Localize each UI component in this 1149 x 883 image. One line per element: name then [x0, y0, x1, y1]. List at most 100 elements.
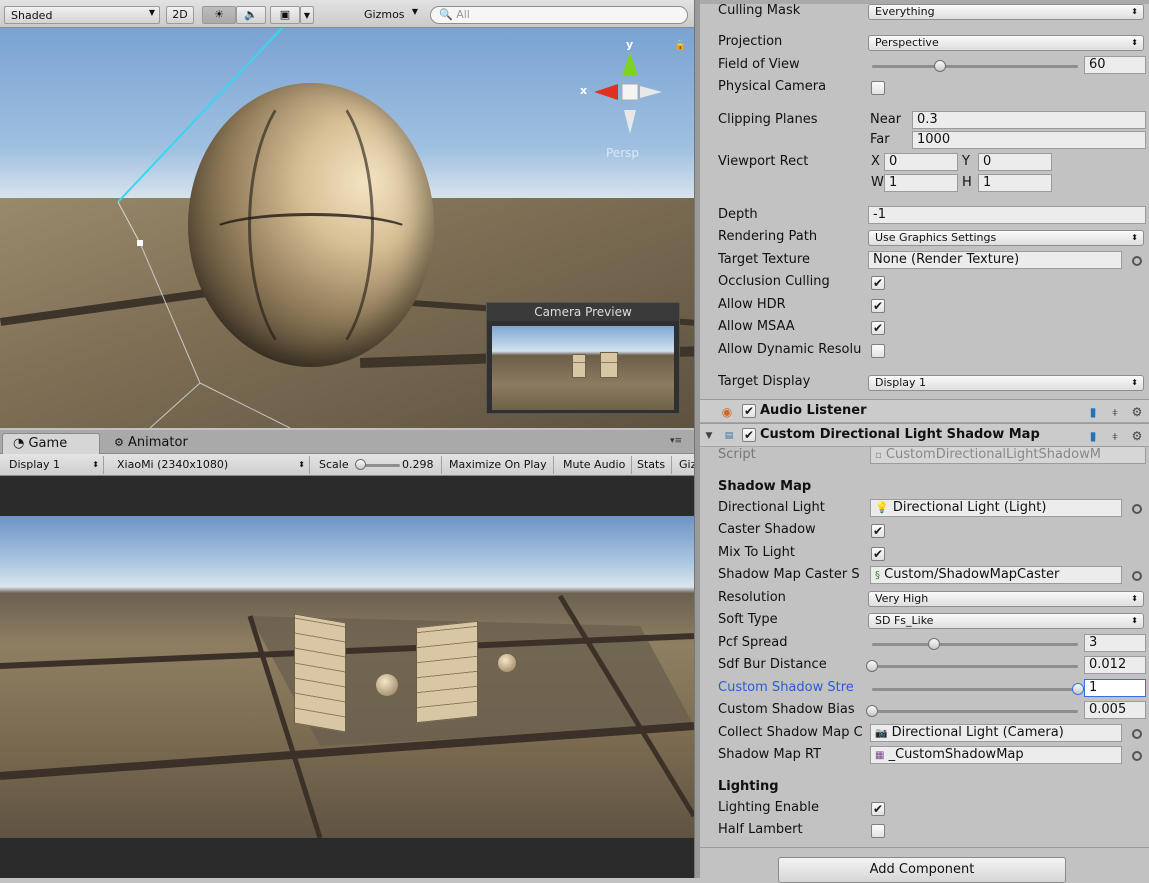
display-dropdown[interactable]: Display 1 ⬍ — [4, 456, 104, 474]
depth-field[interactable]: -1 — [868, 206, 1146, 224]
lighting-enable-label: Lighting Enable — [718, 800, 819, 815]
maximize-on-play-toggle[interactable]: Maximize On Play — [444, 456, 554, 474]
rendering-path-dropdown[interactable]: Use Graphics Settings ⬍ — [868, 230, 1144, 246]
preset-sliders-icon[interactable]: ⧧ — [1108, 405, 1122, 419]
fov-slider-track[interactable] — [872, 65, 1078, 68]
gizmos-dropdown[interactable]: Gizmos ▼ — [358, 6, 422, 24]
pcf-slider-thumb[interactable] — [927, 638, 940, 650]
effects-dropdown-button[interactable]: ▼ — [300, 6, 314, 24]
audio-listener-header[interactable]: ◉ ✔ Audio Listener ▮ ⧧ ⚙ — [700, 399, 1149, 423]
culling-mask-dropdown[interactable]: Everything ⬍ — [868, 4, 1144, 20]
caster-shader-field[interactable]: § Custom/ShadowMapCaster — [870, 566, 1122, 584]
target-display-dropdown[interactable]: Display 1 ⬍ — [868, 375, 1144, 391]
bias-slider-thumb[interactable] — [866, 705, 878, 717]
near-field[interactable]: 0.3 — [912, 111, 1146, 129]
mix-to-light-checkbox[interactable]: ✔ — [871, 547, 885, 561]
audio-listener-enabled-checkbox[interactable]: ✔ — [742, 404, 756, 418]
fov-slider-thumb[interactable] — [933, 60, 946, 72]
sdf-slider-track[interactable] — [872, 665, 1078, 668]
stats-toggle[interactable]: Stats — [632, 456, 672, 474]
soft-type-value: SD Fs_Like — [875, 614, 934, 627]
persp-label[interactable]: Persp — [606, 146, 639, 160]
vp-w-field[interactable]: 1 — [884, 174, 958, 192]
projection-dropdown[interactable]: Perspective ⬍ — [868, 35, 1144, 51]
game-sphere — [498, 654, 516, 672]
sphere-object[interactable] — [188, 83, 434, 367]
bias-slider-track[interactable] — [872, 710, 1078, 713]
vp-x-field[interactable]: 0 — [884, 153, 958, 171]
shadow-map-rt-field[interactable]: ▦ _CustomShadowMap — [870, 746, 1122, 764]
shadow-map-component-header[interactable]: ▼ ▤ ✔ Custom Directional Light Shadow Ma… — [700, 423, 1149, 447]
scale-slider-track[interactable] — [355, 459, 400, 470]
gizmo-x-label: x — [580, 84, 588, 97]
game-viewport[interactable] — [0, 476, 694, 878]
dynamic-resolution-checkbox[interactable] — [871, 344, 885, 358]
shadow-bias-field[interactable]: 0.005 — [1084, 701, 1146, 719]
tab-animator[interactable]: ⚙ Animator — [104, 433, 214, 454]
allow-hdr-checkbox[interactable]: ✔ — [871, 299, 885, 313]
physical-camera-checkbox[interactable] — [871, 81, 885, 95]
strength-slider-thumb[interactable] — [1072, 683, 1084, 695]
allow-msaa-checkbox[interactable]: ✔ — [871, 321, 885, 335]
sdf-slider-thumb[interactable] — [866, 660, 878, 672]
occlusion-culling-label: Occlusion Culling — [718, 274, 830, 289]
far-field[interactable]: 1000 — [912, 131, 1146, 149]
2d-toggle-button[interactable]: 2D — [166, 6, 194, 24]
lighting-enable-checkbox[interactable]: ✔ — [871, 802, 885, 816]
strength-slider-track[interactable] — [872, 688, 1078, 691]
search-placeholder: All — [456, 8, 470, 21]
scale-slider-group: Scale 0.298 — [314, 456, 442, 474]
shadow-strength-label: Custom Shadow Stre — [718, 680, 854, 695]
add-component-button[interactable]: Add Component — [778, 857, 1066, 883]
light-bulb-icon: 💡 — [875, 501, 889, 514]
dynamic-resolution-label: Allow Dynamic Resolu — [718, 342, 862, 357]
preset-sliders-icon[interactable]: ⧧ — [1108, 429, 1122, 443]
object-picker-icon[interactable] — [1132, 256, 1142, 266]
pcf-spread-field[interactable]: 3 — [1084, 634, 1146, 652]
lock-icon[interactable]: 🔒 — [674, 40, 686, 51]
object-picker-icon[interactable] — [1132, 729, 1142, 739]
scene-search-input[interactable]: 🔍 All — [430, 6, 688, 24]
orientation-gizmo[interactable]: y x — [580, 38, 670, 138]
mute-audio-toggle[interactable]: Mute Audio — [558, 456, 632, 474]
half-lambert-checkbox[interactable] — [871, 824, 885, 838]
scale-slider-thumb[interactable] — [355, 459, 367, 470]
help-book-icon[interactable]: ▮ — [1086, 429, 1100, 443]
audio-toggle-button[interactable]: 🔈 — [236, 6, 266, 24]
lighting-toggle-button[interactable]: ☀ — [202, 6, 236, 24]
collect-shadow-map-field[interactable]: 📷 Directional Light (Camera) — [870, 724, 1122, 742]
target-display-label: Target Display — [718, 374, 811, 389]
clipping-planes-label: Clipping Planes — [718, 112, 818, 127]
resolution-label: XiaoMi (2340x1080) — [117, 458, 229, 471]
caster-shadow-label: Caster Shadow — [718, 522, 816, 537]
object-picker-icon[interactable] — [1132, 751, 1142, 761]
foldout-arrow-icon[interactable]: ▼ — [702, 429, 716, 443]
object-picker-icon[interactable] — [1132, 571, 1142, 581]
help-book-icon[interactable]: ▮ — [1086, 405, 1100, 419]
directional-light-field[interactable]: 💡 Directional Light (Light) — [870, 499, 1122, 517]
vp-h-field[interactable]: 1 — [978, 174, 1052, 192]
settings-gear-icon[interactable]: ⚙ — [1130, 405, 1144, 419]
directional-light-label: Directional Light — [718, 500, 825, 515]
shadow-map-enabled-checkbox[interactable]: ✔ — [742, 428, 756, 442]
resolution-dropdown[interactable]: Very High ⬍ — [868, 591, 1144, 607]
target-texture-field[interactable]: None (Render Texture) — [868, 251, 1122, 269]
object-picker-icon[interactable] — [1132, 504, 1142, 514]
settings-gear-icon[interactable]: ⚙ — [1130, 429, 1144, 443]
pcf-slider-track[interactable] — [872, 643, 1078, 646]
draw-mode-dropdown[interactable]: Shaded ▼ — [4, 6, 160, 24]
fov-field[interactable]: 60 — [1084, 56, 1146, 74]
occlusion-culling-checkbox[interactable]: ✔ — [871, 276, 885, 290]
effects-toggle-button[interactable]: ▣ — [270, 6, 300, 24]
soft-type-dropdown[interactable]: SD Fs_Like ⬍ — [868, 613, 1144, 629]
audio-listener-title: Audio Listener — [760, 403, 867, 418]
gizmos-toggle[interactable]: Gizmos — [674, 456, 694, 474]
sdf-bur-distance-field[interactable]: 0.012 — [1084, 656, 1146, 674]
tab-game[interactable]: ◔ Game — [2, 433, 100, 454]
caster-shadow-checkbox[interactable]: ✔ — [871, 524, 885, 538]
vp-y-field[interactable]: 0 — [978, 153, 1052, 171]
tab-menu-icon[interactable]: ▾≡ — [670, 436, 682, 446]
shadow-strength-field[interactable]: 1 — [1084, 679, 1146, 697]
shader-icon: § — [875, 570, 880, 581]
resolution-dropdown[interactable]: XiaoMi (2340x1080) ⬍ — [112, 456, 310, 474]
